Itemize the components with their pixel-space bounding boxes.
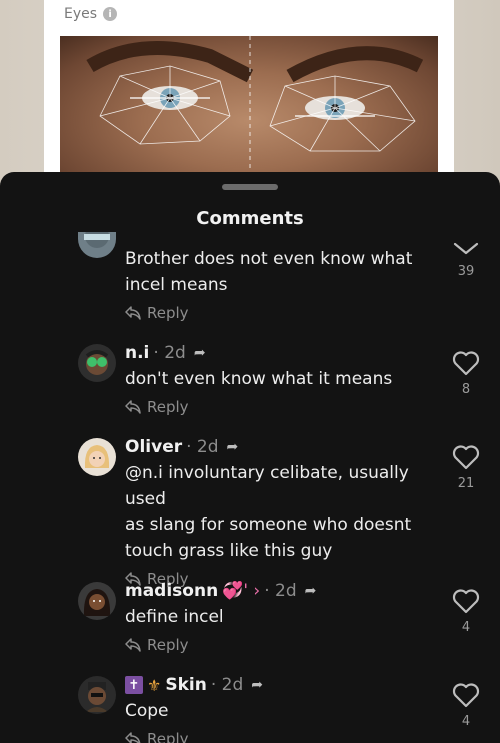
reply-button[interactable]: Reply xyxy=(125,634,445,656)
effect-label-text: Eyes xyxy=(64,6,98,22)
comment-meta: madisonn 💞' › · 2d ➦ xyxy=(125,578,445,604)
username[interactable]: n.i xyxy=(125,343,149,363)
comment-meta: ✝ ⚜ Skin · 2d ➦ xyxy=(125,672,445,698)
reply-icon xyxy=(125,638,141,652)
comment-line: don't even know what it means xyxy=(125,369,393,389)
timestamp: · 2d xyxy=(210,675,244,695)
share-icon[interactable]: ➦ xyxy=(251,677,263,693)
comment-text: @n.i involuntary celibate, usually used … xyxy=(125,460,445,564)
comment-line: as slang for someone who doesnt xyxy=(125,515,412,535)
heart-icon xyxy=(452,589,480,614)
avatar[interactable] xyxy=(78,438,116,476)
username[interactable]: Skin xyxy=(165,675,206,695)
share-icon[interactable]: ➦ xyxy=(194,345,206,361)
comments-sheet: Comments Brother does not even know what… xyxy=(0,172,500,743)
avatar[interactable] xyxy=(78,344,116,382)
face-image xyxy=(60,36,438,190)
username[interactable]: Oliver xyxy=(125,437,182,457)
comment-line: touch grass like this guy xyxy=(125,541,333,561)
cross-emoji: ✝ xyxy=(125,676,143,694)
timestamp: · 2d xyxy=(264,581,297,601)
reply-label: Reply xyxy=(147,636,189,654)
avatar[interactable] xyxy=(78,582,116,620)
comment-line: Cope xyxy=(125,701,169,721)
fleur-de-lis-emoji: ⚜ xyxy=(147,675,162,695)
comment-line: incel means xyxy=(125,275,228,295)
comment-text: Brother does not even know what incel me… xyxy=(125,246,445,298)
reply-icon xyxy=(125,732,141,743)
comment-line: Brother does not even know what xyxy=(125,249,413,269)
face-mesh-overlay xyxy=(86,36,424,190)
timestamp: · 2d xyxy=(153,343,186,363)
comment-text: define incel xyxy=(125,604,445,630)
sheet-title: Comments xyxy=(196,208,304,229)
reply-button[interactable]: Reply xyxy=(125,728,445,743)
comment-line: define incel xyxy=(125,607,224,627)
comment-text: Cope xyxy=(125,698,445,724)
username[interactable]: madisonn xyxy=(125,581,218,601)
like-button[interactable]: 4 xyxy=(446,682,486,729)
reply-icon xyxy=(125,400,141,414)
heart-icon xyxy=(452,351,480,376)
effect-label: Eyes i xyxy=(64,6,118,22)
timestamp: · 2d xyxy=(186,437,219,457)
share-icon[interactable]: ➦ xyxy=(227,439,239,455)
share-icon[interactable]: ➦ xyxy=(305,583,317,599)
chevron-down-icon xyxy=(453,242,479,255)
like-button[interactable]: 21 xyxy=(446,444,486,491)
video-preview-card[interactable]: Eyes i xyxy=(44,0,454,190)
reply-button[interactable]: Reply xyxy=(125,302,445,324)
reply-button[interactable]: Reply xyxy=(125,396,445,418)
reply-label: Reply xyxy=(147,398,189,416)
heart-icon xyxy=(452,445,480,470)
like-button[interactable]: 39 xyxy=(446,240,486,279)
comment-line: @n.i involuntary celibate, usually used xyxy=(125,463,409,509)
like-count: 4 xyxy=(461,620,471,635)
like-button[interactable]: 4 xyxy=(446,588,486,635)
like-count: 4 xyxy=(461,714,471,729)
avatar[interactable] xyxy=(78,676,116,714)
reply-icon xyxy=(125,306,141,320)
like-count: 39 xyxy=(457,264,475,279)
like-button[interactable]: 8 xyxy=(446,350,486,397)
reply-label: Reply xyxy=(147,304,189,322)
heart-icon xyxy=(452,683,480,708)
reply-label: Reply xyxy=(147,730,189,743)
name-decoration: 💞' › xyxy=(222,581,261,601)
avatar[interactable] xyxy=(78,232,116,258)
comment-meta: Oliver · 2d ➦ xyxy=(125,434,445,460)
info-icon[interactable]: i xyxy=(103,7,118,21)
comment-meta: n.i · 2d ➦ xyxy=(125,340,445,366)
like-count: 8 xyxy=(461,382,471,397)
drag-handle[interactable] xyxy=(222,184,278,190)
comment-text: don't even know what it means xyxy=(125,366,445,392)
like-count: 21 xyxy=(457,476,475,491)
